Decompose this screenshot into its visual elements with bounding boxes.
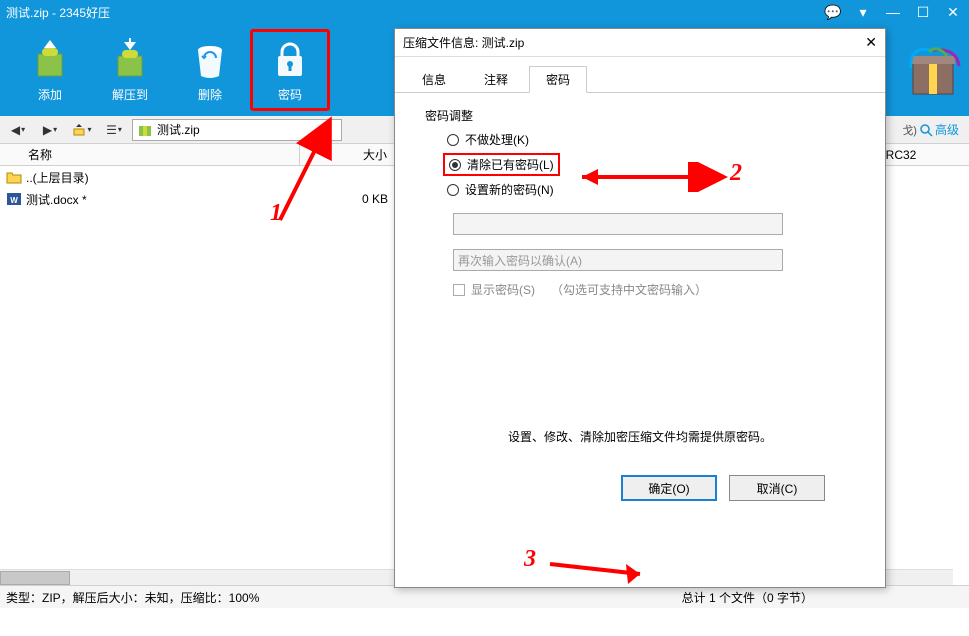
dialog-title-bar: 压缩文件信息: 测试.zip ✕ [395,29,885,57]
password-dialog: 压缩文件信息: 测试.zip ✕ 信息 注释 密码 密码调整 不做处理(K) 清… [394,28,886,588]
ok-button[interactable]: 确定(O) [621,475,717,501]
title-bar: 测试.zip - 2345好压 💬 ▾ — ☐ ✕ [0,0,969,24]
folder-icon [6,169,22,185]
checkbox-icon [453,284,465,296]
add-button[interactable]: 添加 [10,29,90,111]
password-confirm-input[interactable]: 再次输入密码以确认(A) [453,249,783,271]
add-icon [28,38,72,82]
dialog-close-button[interactable]: ✕ [865,34,877,51]
radio-none[interactable]: 不做处理(K) [443,130,855,149]
chat-icon[interactable]: 💬 [823,4,843,21]
up-button[interactable]: ▾ [68,119,96,141]
radio-icon [447,134,459,146]
extract-icon [108,38,152,82]
view-button[interactable]: ☰▾ [100,119,128,141]
status-right: 总计 1 个文件（0 字节） [682,589,963,606]
extract-label: 解压到 [112,86,148,103]
show-password-checkbox[interactable]: 显示密码(S) （勾选可支持中文密码输入） [453,281,855,298]
annotation-1: 1 [270,200,282,227]
docx-icon: W [6,191,22,207]
radio-clear[interactable]: 清除已有密码(L) [443,153,560,176]
close-icon[interactable]: ✕ [943,4,963,21]
dialog-note: 设置、修改、清除加密压缩文件均需提供原密码。 [425,428,855,445]
annotation-3: 3 [524,546,536,573]
svg-text:W: W [10,196,18,205]
dropdown-icon[interactable]: ▾ [853,4,873,21]
arrow-2 [570,162,740,192]
winrar-icon [907,46,965,104]
forward-button[interactable]: ▶▾ [36,119,64,141]
dialog-buttons: 确定(O) 取消(C) [425,445,855,501]
tab-comment[interactable]: 注释 [467,66,525,93]
dialog-body: 密码调整 不做处理(K) 清除已有密码(L) 设置新的密码(N) 再次输入密码以… [395,93,885,515]
radio-icon [447,184,459,196]
maximize-icon[interactable]: ☐ [913,4,933,21]
advanced-link[interactable]: 戈) 高级 [902,121,965,138]
cancel-button[interactable]: 取消(C) [729,475,825,501]
dialog-title: 压缩文件信息: 测试.zip [403,34,524,51]
delete-icon [188,38,232,82]
delete-button[interactable]: 删除 [170,29,250,111]
archive-icon [137,122,153,138]
password-button[interactable]: 密码 [250,29,330,111]
minimize-icon[interactable]: — [883,4,903,20]
window-title: 测试.zip - 2345好压 [6,4,823,21]
radio-icon [449,159,461,171]
tab-info[interactable]: 信息 [405,66,463,93]
window-controls: 💬 ▾ — ☐ ✕ [823,4,963,21]
status-bar: 类型：ZIP，解压后大小：未知，压缩比：100% 总计 1 个文件（0 字节） [0,586,969,608]
extract-button[interactable]: 解压到 [90,29,170,111]
password-input[interactable] [453,213,783,235]
add-label: 添加 [38,86,62,103]
annotation-2: 2 [730,160,742,187]
fieldset-label: 密码调整 [425,107,855,124]
dialog-tabs: 信息 注释 密码 [395,57,885,93]
back-button[interactable]: ◀▾ [4,119,32,141]
arrow-3 [540,550,670,590]
status-left: 类型：ZIP，解压后大小：未知，压缩比：100% [6,589,682,606]
tab-password[interactable]: 密码 [529,66,587,93]
password-icon [268,38,312,82]
search-icon [919,123,933,137]
